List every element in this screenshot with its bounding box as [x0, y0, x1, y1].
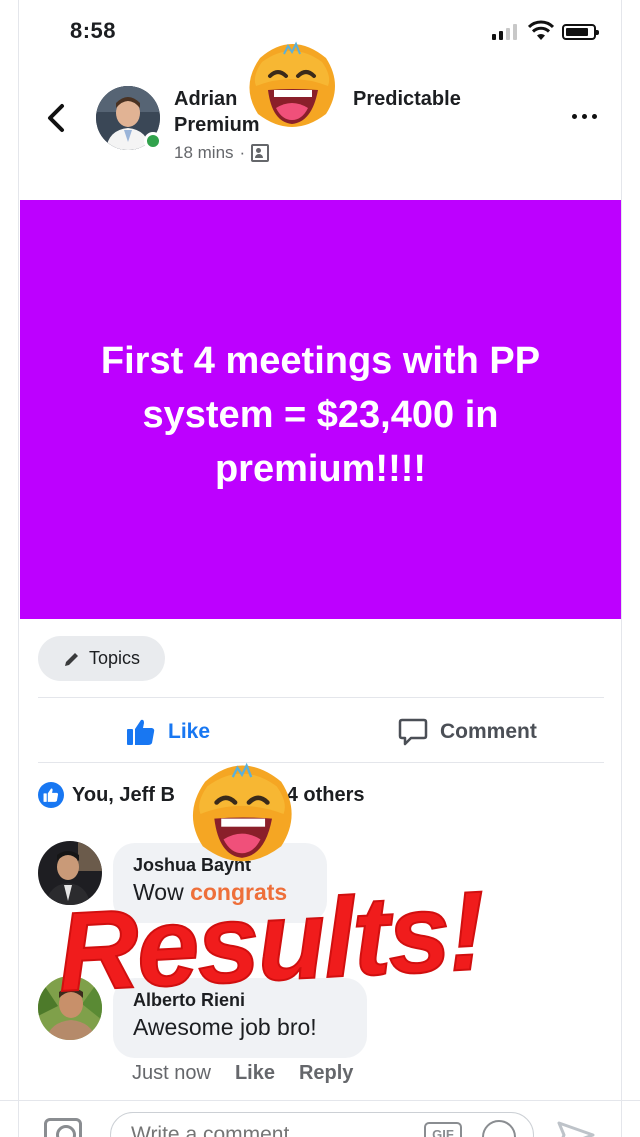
- laughing-emoji-sticker: [249, 41, 335, 127]
- post-banner-text: First 4 meetings with PP system = $23,40…: [100, 339, 541, 490]
- reactions-text-start: You, Jeff B: [72, 783, 175, 806]
- meta-separator: ·: [239, 143, 246, 162]
- author-name[interactable]: Adrian: [174, 86, 237, 112]
- like-button[interactable]: Like: [126, 712, 210, 752]
- camera-icon[interactable]: [44, 1118, 82, 1137]
- laughing-emoji-sticker: [192, 762, 292, 862]
- like-reaction-icon: [38, 782, 64, 808]
- pencil-icon: [64, 652, 78, 666]
- comment-text: Awesome job bro!: [133, 1014, 317, 1040]
- status-time: 8:58: [70, 18, 117, 43]
- results-overlay-text: Results!: [54, 867, 488, 1016]
- send-icon[interactable]: [556, 1120, 596, 1137]
- comment-button[interactable]: Comment: [398, 712, 537, 752]
- comment-actions: Just now Like Reply: [132, 1062, 353, 1085]
- comment-label: Comment: [440, 720, 537, 743]
- post-meta: 18 mins ·: [174, 143, 270, 163]
- group-audience-icon: [251, 144, 270, 162]
- like-label: Like: [168, 720, 211, 743]
- wifi-icon: [528, 20, 554, 40]
- group-name[interactable]: Predictable: [353, 86, 461, 112]
- comment-reply-button[interactable]: Reply: [299, 1062, 353, 1085]
- signal-icon: [492, 24, 520, 40]
- post-banner: First 4 meetings with PP system = $23,40…: [20, 200, 621, 619]
- online-status-dot: [144, 132, 162, 150]
- comment-bubble-icon: [398, 718, 428, 746]
- topics-button[interactable]: Topics: [38, 636, 165, 681]
- comment-time: Just now: [132, 1062, 211, 1084]
- post-time[interactable]: 18 mins: [174, 143, 234, 163]
- topics-label: Topics: [88, 648, 141, 668]
- divider: [38, 697, 604, 698]
- comment-input[interactable]: [110, 1112, 534, 1137]
- battery-icon: [562, 24, 599, 40]
- author-avatar[interactable]: [96, 86, 162, 150]
- divider: [38, 762, 604, 763]
- thumbs-up-icon: [127, 719, 155, 745]
- chevron-left-icon[interactable]: [40, 98, 74, 138]
- comment-like-button[interactable]: Like: [235, 1062, 275, 1085]
- more-dots-icon[interactable]: [568, 104, 600, 128]
- gif-button[interactable]: GIF: [424, 1122, 462, 1137]
